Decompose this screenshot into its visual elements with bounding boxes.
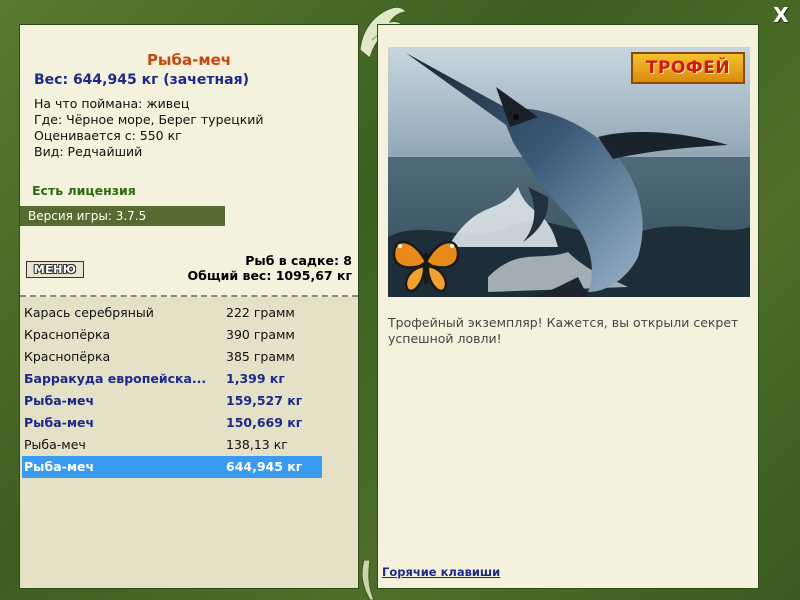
trophy-caption: Трофейный экземпляр! Кажется, вы открыли… [388,315,739,346]
catch-fish-name: Рыба-меч [24,437,86,452]
catch-fish-weight: 138,13 кг [226,437,288,452]
catch-fish-weight: 390 грамм [226,327,295,342]
fish-info-panel: Рыба-меч Вес: 644,945 кг (зачетная) На ч… [19,24,359,589]
catch-fish-weight: 1,399 кг [226,371,285,386]
menu-button[interactable]: МЕНЮ [26,261,84,278]
catch-fish-weight: 222 грамм [226,305,295,320]
catch-fish-name: Краснопёрка [24,349,111,364]
detail-bait: На что поймана: живец [34,96,190,111]
catch-fish-name: Барракуда европейска... [24,371,207,386]
close-button[interactable]: X [768,4,794,26]
cage-fish-count: Рыб в садке: 8 [245,253,352,268]
catch-list-row[interactable]: Краснопёрка 385 грамм [22,346,322,368]
detail-rated-from: Оценивается с: 550 кг [34,128,182,143]
catch-fish-name: Карась серебряный [24,305,154,320]
detail-location: Где: Чёрное море, Берег турецкий [34,112,264,127]
catch-list-row[interactable]: Краснопёрка 390 грамм [22,324,322,346]
catch-list-row[interactable]: Барракуда европейска... 1,399 кг [22,368,322,390]
catch-list-row[interactable]: Рыба-меч 644,945 кг [22,456,322,478]
butterfly-icon [392,240,460,293]
catch-list-row[interactable]: Рыба-меч 150,669 кг [22,412,322,434]
trophy-panel: ТРОФЕЙ Трофейный экземпляр! Кажется, вы … [377,24,759,589]
fish-title: Рыба-меч [146,51,232,69]
catch-fish-weight: 385 грамм [226,349,295,364]
catch-fish-name: Рыба-меч [24,393,95,408]
catch-fish-name: Рыба-меч [24,415,95,430]
swordfish-photo: ТРОФЕЙ [388,47,750,297]
catch-list-row[interactable]: Рыба-меч 159,527 кг [22,390,322,412]
catch-fish-name: Краснопёрка [24,327,111,342]
cage-total-weight: Общий вес: 1095,67 кг [187,268,353,283]
catch-list-row[interactable]: Рыба-меч 138,13 кг [22,434,322,456]
game-version: Версия игры: 3.7.5 [20,206,225,226]
catch-list: Карась серебряный 222 грамм Краснопёрка 390… [20,297,358,588]
fish-weight: Вес: 644,945 кг (зачетная) [34,72,249,88]
detail-species: Вид: Редчайший [34,144,143,159]
catch-fish-name: Рыба-меч [24,459,95,474]
catch-list-row[interactable]: Карась серебряный 222 грамм [22,302,322,324]
catch-fish-weight: 150,669 кг [226,415,303,430]
trophy-badge: ТРОФЕЙ [631,52,745,84]
hotkeys-link[interactable]: Горячие клавиши [382,565,500,579]
catch-fish-weight: 644,945 кг [226,459,303,474]
catch-fish-weight: 159,527 кг [226,393,303,408]
license-status: Есть лицензия [32,183,136,198]
